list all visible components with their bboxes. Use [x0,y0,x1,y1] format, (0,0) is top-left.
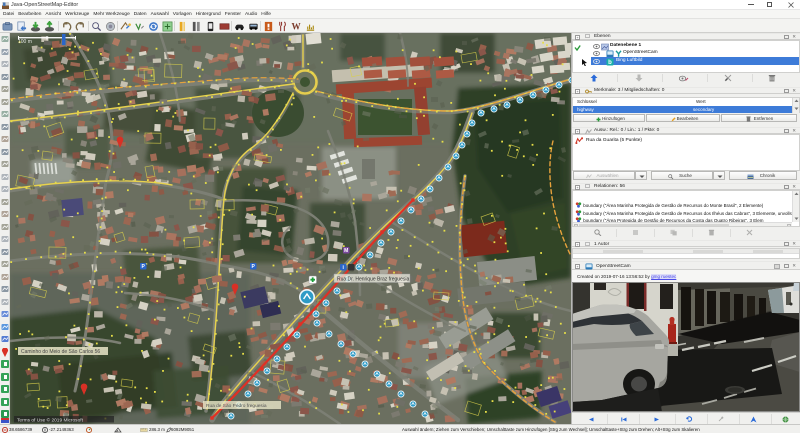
svg-text:b: b [608,60,612,66]
svg-text:M: M [344,248,348,254]
svg-text:Terms of Use © 2019 Microsoft: Terms of Use © 2019 Microsoft [17,416,84,423]
svg-text:100 m: 100 m [18,39,32,45]
svg-text:Rua Dr. Henrique Braz freguesi: Rua Dr. Henrique Braz freguesia [337,276,409,282]
svg-text:W: W [291,21,301,31]
svg-text:Caminho do Meio de São Carlos: Caminho do Meio de São Carlos 56 [21,349,100,355]
svg-text:Rua de São Pedro freguesia: Rua de São Pedro freguesia [206,403,267,409]
